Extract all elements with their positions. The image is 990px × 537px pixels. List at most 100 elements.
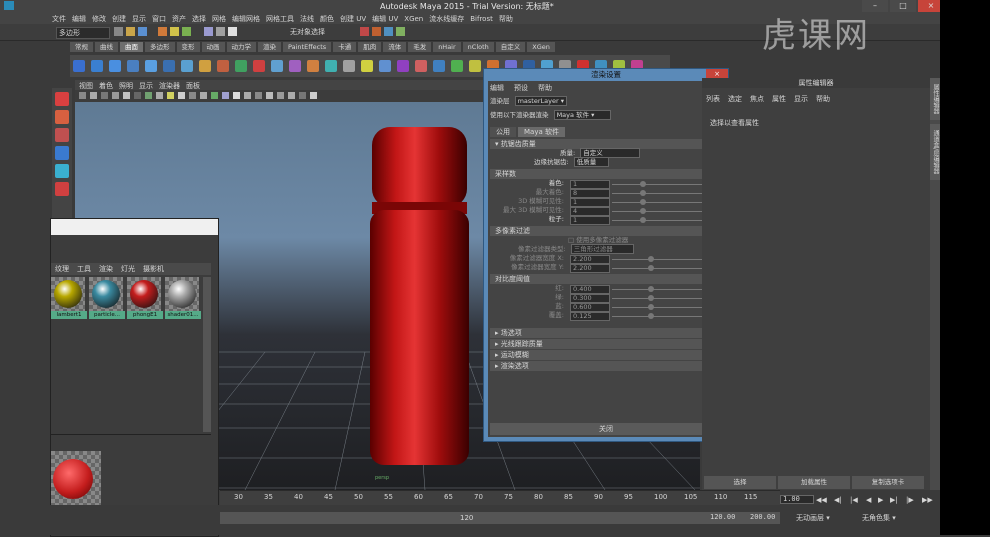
viewport-tool-icon[interactable] bbox=[299, 92, 306, 99]
shelf-tool-icon[interactable] bbox=[415, 60, 427, 72]
menu-item[interactable]: Bifrost bbox=[470, 15, 493, 23]
rotate-tool-icon[interactable] bbox=[55, 164, 69, 178]
select-tool-icon[interactable] bbox=[55, 92, 69, 106]
shelf-tool-icon[interactable] bbox=[397, 60, 409, 72]
shelf-tool-icon[interactable] bbox=[109, 60, 121, 72]
shelf-tab[interactable]: 动画 bbox=[201, 42, 225, 52]
go-to-start-icon[interactable]: ◀◀ bbox=[816, 496, 827, 504]
hypershade-scrollbar[interactable] bbox=[203, 277, 211, 432]
slider-track[interactable] bbox=[612, 259, 702, 260]
viewport-tool-icon[interactable] bbox=[288, 92, 295, 99]
hypershade-tab[interactable]: 纹理 bbox=[55, 263, 69, 275]
save-scene-icon[interactable] bbox=[138, 27, 147, 36]
viewport-tool-icon[interactable] bbox=[266, 92, 273, 99]
shelf-tab[interactable]: 肌肉 bbox=[358, 42, 382, 52]
anim-layer-dropdown[interactable]: 无动画层 ▾ bbox=[796, 513, 830, 523]
viewport-menu-item[interactable]: 显示 bbox=[139, 82, 153, 90]
shelf-tab[interactable]: 卡通 bbox=[333, 42, 357, 52]
slider-handle[interactable] bbox=[640, 181, 646, 187]
section-multipixel[interactable]: 多像素过滤 bbox=[490, 226, 716, 236]
menu-item[interactable]: 网格 bbox=[212, 15, 226, 23]
step-forward-icon[interactable]: ▶| bbox=[890, 496, 898, 504]
shelf-tab[interactable]: 变形 bbox=[176, 42, 200, 52]
menu-item[interactable]: 编辑网格 bbox=[232, 15, 260, 23]
viewport-tool-icon[interactable] bbox=[211, 92, 218, 99]
slider-track[interactable] bbox=[612, 298, 702, 299]
hypershade-tab[interactable]: 灯光 bbox=[121, 263, 135, 275]
menu-item[interactable]: 显示 bbox=[132, 15, 146, 23]
current-frame-field[interactable]: 1.00 bbox=[780, 495, 814, 505]
viewport-tool-icon[interactable] bbox=[134, 92, 141, 99]
viewport-tool-icon[interactable] bbox=[167, 92, 174, 99]
snap-point-icon[interactable] bbox=[228, 27, 237, 36]
viewport-tool-icon[interactable] bbox=[90, 92, 97, 99]
viewport-tool-icon[interactable] bbox=[101, 92, 108, 99]
shelf-tab[interactable]: PaintEffects bbox=[283, 42, 332, 52]
shelf-tab[interactable]: 曲面 bbox=[120, 42, 143, 52]
slider-value-field[interactable]: 2.200 bbox=[570, 264, 610, 273]
render-layer-dropdown[interactable]: masterLayer ▾ bbox=[514, 96, 567, 106]
attr-menu-item[interactable]: 列表 bbox=[706, 95, 720, 103]
select-component-icon[interactable] bbox=[182, 27, 191, 36]
viewport-tool-icon[interactable] bbox=[277, 92, 284, 99]
menu-item[interactable]: 帮助 bbox=[499, 15, 513, 23]
slider-handle[interactable] bbox=[648, 265, 654, 271]
move-tool-icon[interactable] bbox=[55, 146, 69, 160]
shelf-tool-icon[interactable] bbox=[343, 60, 355, 72]
slider-handle[interactable] bbox=[648, 304, 654, 310]
menu-item[interactable]: 网格工具 bbox=[266, 15, 294, 23]
viewport-tool-icon[interactable] bbox=[178, 92, 185, 99]
viewport-tool-icon[interactable] bbox=[112, 92, 119, 99]
slider-track[interactable] bbox=[612, 193, 702, 194]
attr-menu-item[interactable]: 选定 bbox=[728, 95, 742, 103]
shelf-tool-icon[interactable] bbox=[145, 60, 157, 72]
viewport-menu-item[interactable]: 视图 bbox=[79, 82, 93, 90]
slider-track[interactable] bbox=[612, 316, 702, 317]
attr-menu-item[interactable]: 焦点 bbox=[750, 95, 764, 103]
viewport-tool-icon[interactable] bbox=[222, 92, 229, 99]
menu-item[interactable]: 选择 bbox=[192, 15, 206, 23]
section-samples[interactable]: 采样数 bbox=[490, 169, 716, 179]
menu-item[interactable]: 流水线缓存 bbox=[429, 15, 464, 23]
slider-value-field[interactable]: 0.125 bbox=[570, 312, 610, 321]
menu-item[interactable]: XGen bbox=[404, 15, 423, 23]
shelf-tab[interactable]: 毛发 bbox=[408, 42, 432, 52]
play-backward-icon[interactable]: ◀ bbox=[866, 496, 871, 504]
slider-track[interactable] bbox=[612, 202, 702, 203]
slider-track[interactable] bbox=[612, 289, 702, 290]
maximize-button[interactable]: □ bbox=[890, 0, 916, 12]
shelf-tool-icon[interactable] bbox=[289, 60, 301, 72]
renderer-dropdown[interactable]: Maya 软件 ▾ bbox=[553, 110, 612, 120]
viewport-tool-icon[interactable] bbox=[244, 92, 251, 99]
hypershade-tab[interactable]: 渲染 bbox=[99, 263, 113, 275]
shelf-tool-icon[interactable] bbox=[325, 60, 337, 72]
shelf-tool-icon[interactable] bbox=[163, 60, 175, 72]
menu-item[interactable]: 颜色 bbox=[320, 15, 334, 23]
snap-grid-icon[interactable] bbox=[204, 27, 213, 36]
ipr-render-icon[interactable] bbox=[372, 27, 381, 36]
viewport-menu-item[interactable]: 照明 bbox=[119, 82, 133, 90]
viewport-tool-icon[interactable] bbox=[145, 92, 152, 99]
menu-item[interactable]: 创建 bbox=[112, 15, 126, 23]
step-back-key-icon[interactable]: ◀| bbox=[834, 496, 842, 504]
step-forward-key-icon[interactable]: |▶ bbox=[906, 496, 914, 504]
shelf-tool-icon[interactable] bbox=[253, 60, 265, 72]
menu-item[interactable]: 资产 bbox=[172, 15, 186, 23]
filter-type-dropdown[interactable]: 三角形过滤器 bbox=[570, 244, 634, 254]
viewport-menu-item[interactable]: 着色 bbox=[99, 82, 113, 90]
paint-select-tool-icon[interactable] bbox=[55, 128, 69, 142]
shelf-tab[interactable]: 渲染 bbox=[258, 42, 281, 52]
shelf-tab[interactable]: 多边形 bbox=[145, 42, 175, 52]
time-slider[interactable]: 30 35 40 45 50 55 60 65 70 75 80 85 90 95 100 105 110 115 bbox=[220, 490, 780, 505]
open-scene-icon[interactable] bbox=[126, 27, 135, 36]
scale-tool-icon[interactable] bbox=[55, 182, 69, 196]
range-slider[interactable]: 120 bbox=[220, 512, 780, 524]
collapsed-section[interactable]: ▸ 光线跟踪质量 bbox=[490, 339, 716, 349]
shelf-tab[interactable]: XGen bbox=[527, 42, 555, 52]
slider-handle[interactable] bbox=[640, 208, 646, 214]
shelf-tool-icon[interactable] bbox=[361, 60, 373, 72]
slider-handle[interactable] bbox=[648, 295, 654, 301]
material-swatch[interactable]: phongE1 bbox=[127, 277, 163, 319]
viewport-tool-icon[interactable] bbox=[79, 92, 86, 99]
dialog-tab[interactable]: 公用 bbox=[490, 127, 516, 137]
